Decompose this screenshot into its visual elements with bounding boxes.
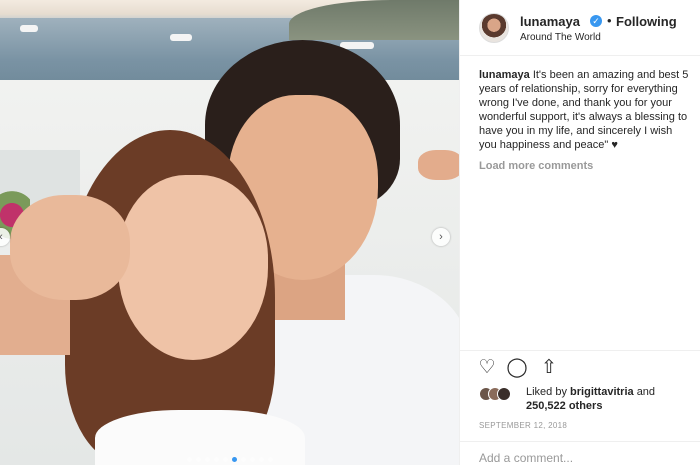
load-more-comments-button[interactable]: Load more comments bbox=[479, 160, 691, 172]
post-header: lunamaya ✓ • Following Around The World bbox=[460, 0, 700, 56]
chevron-right-icon: › bbox=[439, 231, 443, 243]
comments-section: lunamaya It's been an amazing and best 5… bbox=[479, 68, 691, 172]
woman-face bbox=[118, 175, 268, 360]
caption: lunamaya It's been an amazing and best 5… bbox=[479, 68, 691, 152]
comment-input[interactable] bbox=[479, 451, 679, 465]
carousel-dot bbox=[195, 457, 201, 462]
liked-by-and: and bbox=[636, 386, 656, 398]
carousel-dot bbox=[240, 457, 246, 462]
liker-avatar bbox=[497, 387, 511, 401]
post-date[interactable]: SEPTEMBER 12, 2018 bbox=[479, 421, 682, 430]
carousel-dot bbox=[186, 457, 192, 462]
liked-by-user-link[interactable]: brigittavitria bbox=[570, 386, 634, 398]
liked-by-text: Liked by brigittavitria and 250,522 othe… bbox=[526, 385, 655, 413]
action-icons: ♡ ◯ ⇧ ▯ bbox=[476, 351, 682, 385]
hill-background bbox=[289, 0, 459, 40]
carousel-next-button[interactable]: › bbox=[432, 228, 450, 246]
carousel-dot bbox=[267, 457, 273, 462]
carousel-dot bbox=[249, 457, 255, 462]
likes-section: Liked by brigittavitria and 250,522 othe… bbox=[479, 385, 682, 417]
carousel-dot bbox=[213, 457, 219, 462]
man-hand bbox=[418, 150, 459, 180]
liked-by-others-link[interactable]: 250,522 others bbox=[526, 400, 602, 412]
post-sidebar: lunamaya ✓ • Following Around The World … bbox=[459, 0, 700, 465]
comment-icon[interactable]: ◯ bbox=[506, 357, 528, 379]
boat bbox=[170, 34, 192, 41]
location-link[interactable]: Around The World bbox=[520, 32, 601, 43]
verified-badge-icon: ✓ bbox=[590, 15, 602, 27]
heart-icon[interactable]: ♡ bbox=[476, 357, 498, 379]
share-icon[interactable]: ⇧ bbox=[538, 357, 560, 379]
avatar[interactable] bbox=[479, 13, 509, 43]
boat bbox=[20, 25, 38, 32]
carousel-dot bbox=[231, 457, 237, 462]
username-link[interactable]: lunamaya bbox=[520, 14, 580, 29]
separator-dot: • bbox=[607, 13, 612, 28]
carousel-dot bbox=[204, 457, 210, 462]
peace-sign-hand bbox=[10, 195, 130, 300]
post-actions: ♡ ◯ ⇧ ▯ Liked by brigittavitria and 250,… bbox=[460, 350, 700, 465]
following-button[interactable]: Following bbox=[616, 14, 677, 29]
liked-by-prefix: Liked by bbox=[526, 386, 567, 398]
caption-text: It's been an amazing and best 5 years of… bbox=[479, 69, 689, 151]
chevron-left-icon: ‹ bbox=[0, 231, 3, 243]
carousel-dot bbox=[258, 457, 264, 462]
caption-username[interactable]: lunamaya bbox=[479, 69, 530, 81]
carousel-indicator bbox=[0, 457, 459, 462]
post-photo[interactable]: ‹ › bbox=[0, 0, 459, 465]
carousel-dot bbox=[222, 457, 228, 462]
add-comment-box bbox=[460, 441, 700, 465]
